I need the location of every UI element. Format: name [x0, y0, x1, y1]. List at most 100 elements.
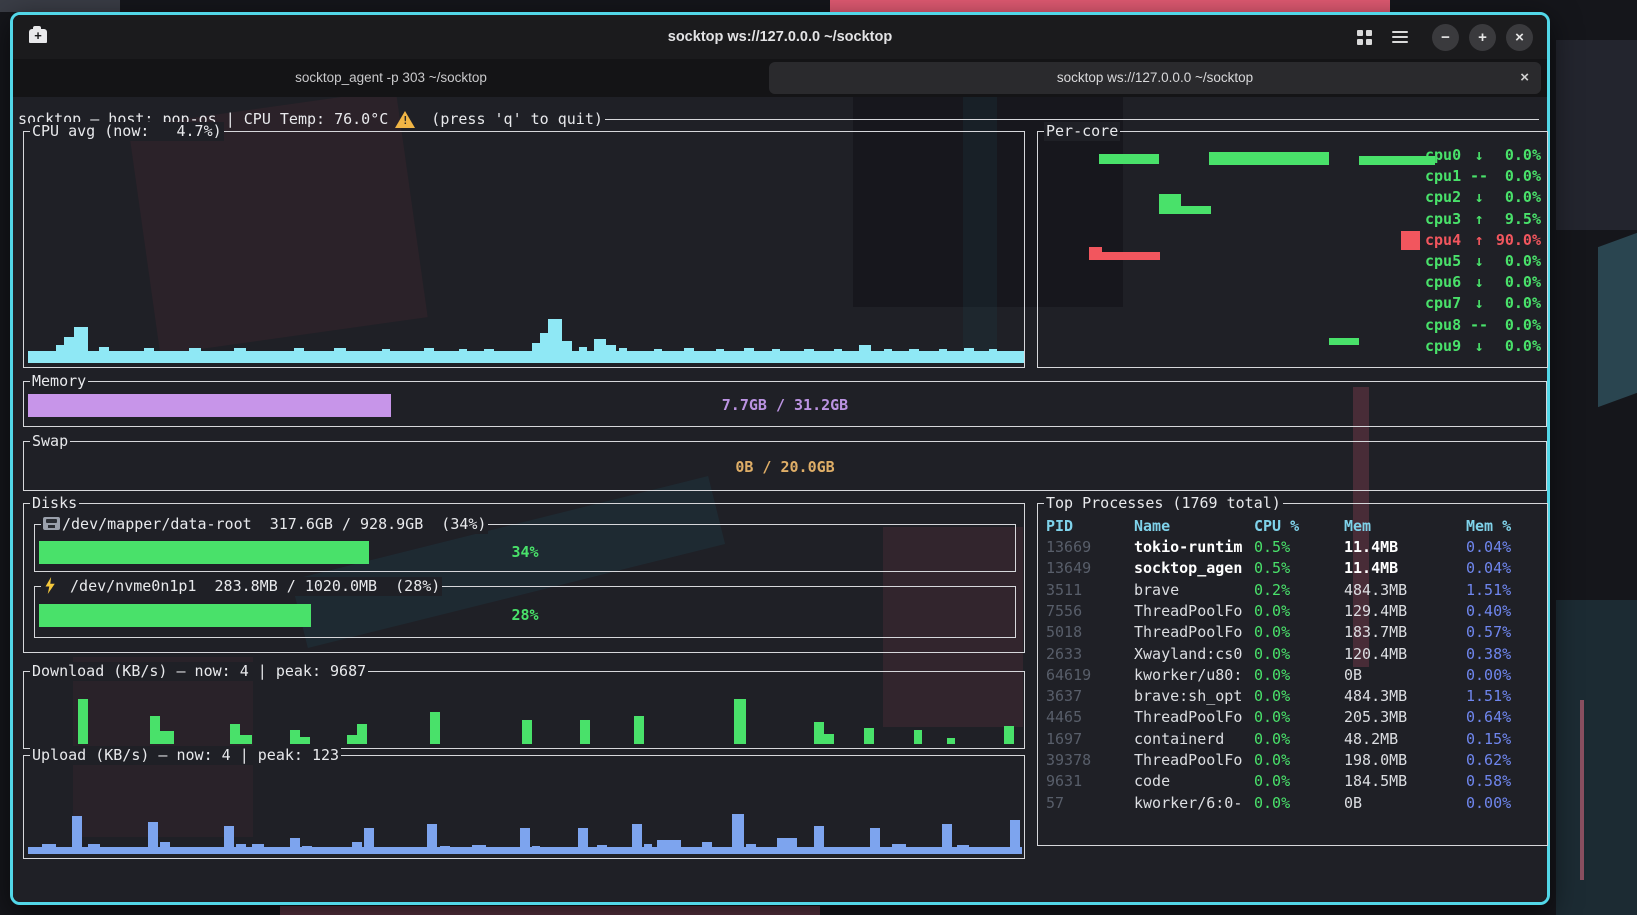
spark-bar: [302, 846, 312, 854]
spark-bar: [654, 349, 662, 363]
core-spark-bar: [1089, 247, 1102, 260]
table-row: 5018ThreadPoolFo0.0%183.7MB0.57%: [1046, 622, 1541, 643]
spark-bar: [88, 844, 100, 854]
core-spark-bar: [1329, 338, 1359, 345]
table-row: 4465ThreadPoolFo0.0%205.3MB0.64%: [1046, 707, 1541, 728]
tui-header: socktop — host: pop-os | CPU Temp: 76.0°…: [18, 110, 1539, 128]
spark-bar: [252, 844, 264, 854]
core-row-cpu7: cpu7↓0.0%: [1425, 293, 1541, 314]
processes-title: Top Processes (1769 total): [1044, 494, 1283, 513]
tab-close-icon[interactable]: ×: [1520, 62, 1529, 94]
wallpaper-shape: [1580, 700, 1584, 880]
cpu-avg-sparkline: [28, 136, 1020, 363]
table-row: 64619kworker/u80:0.0%0B0.00%: [1046, 665, 1541, 686]
download-sparkline: [28, 676, 1020, 744]
core-row-cpu5: cpu5↓0.0%: [1425, 251, 1541, 272]
spark-bar: [1004, 726, 1014, 744]
disk1-gauge-label: 34%: [39, 541, 1011, 564]
spark-bar: [382, 349, 390, 363]
wallpaper-shape: [830, 0, 1390, 12]
spark-bar: [144, 348, 154, 363]
layout-grid-icon[interactable]: [1357, 30, 1372, 45]
spark-bar: [772, 349, 780, 363]
spark-bar: [947, 738, 955, 744]
spark-bar: [716, 349, 724, 363]
wallpaper-shape: [1598, 233, 1637, 407]
spark-bar: [594, 339, 606, 363]
spark-bar: [230, 724, 240, 744]
tab-socktop-agent[interactable]: socktop_agent -p 303 ~/socktop: [13, 59, 769, 97]
spark-bar: [597, 845, 607, 854]
spark-bar: [834, 349, 842, 363]
spark-bar: [657, 840, 681, 854]
core-row-cpu4: cpu4↑90.0%: [1425, 230, 1541, 251]
upload-sparkline: [28, 760, 1020, 854]
table-row: 13669tokio-runtim0.5%11.4MB0.04%: [1046, 537, 1541, 558]
spark-bar: [532, 343, 540, 363]
spark-bar: [814, 826, 824, 854]
maximize-button[interactable]: +: [1469, 24, 1496, 51]
col-cpu: CPU %: [1254, 516, 1299, 537]
quit-hint-text: (press 'q' to quit): [422, 110, 603, 128]
processes-panel: Top Processes (1769 total) PID Name CPU …: [1037, 503, 1548, 846]
titlebar: + socktop ws://127.0.0.0 ~/socktop − + ×: [13, 15, 1547, 59]
spark-bar: [702, 842, 712, 854]
spark-bar: [300, 737, 310, 744]
tab-socktop[interactable]: socktop ws://127.0.0.0 ~/socktop ×: [769, 62, 1541, 94]
col-mem: Mem: [1344, 516, 1371, 537]
disk-item-nvme: /dev/nvme0n1p1 283.8MB / 1020.0MB (28%) …: [34, 586, 1016, 638]
spark-bar: [234, 348, 246, 363]
spark-bar: [334, 348, 346, 363]
core-row-cpu9: cpu9↓0.0%: [1425, 336, 1541, 357]
col-name: Name: [1134, 516, 1170, 537]
spark-bar: [964, 348, 974, 363]
spark-bar: [520, 828, 530, 854]
memory-panel: Memory 7.7GB / 31.2GB: [23, 381, 1547, 427]
spark-bar: [859, 345, 871, 363]
wallpaper-shape: [280, 906, 820, 915]
close-button[interactable]: ×: [1506, 24, 1533, 51]
spark-bar: [42, 844, 56, 854]
core-row-cpu1: cpu1--0.0%: [1425, 166, 1541, 187]
spark-bar: [430, 712, 440, 744]
spark-bar: [548, 319, 562, 363]
spark-bar: [56, 345, 64, 363]
spark-bar: [148, 822, 158, 854]
col-pid: PID: [1046, 516, 1073, 537]
spark-bar: [684, 348, 694, 363]
disk1-title: /dev/mapper/data-root 317.6GB / 928.9GB …: [41, 515, 488, 534]
download-panel: Download (KB/s) — now: 4 | peak: 9687: [23, 671, 1025, 749]
table-row: 2633Xwayland:cs00.0%120.4MB0.38%: [1046, 644, 1541, 665]
spark-bar: [364, 828, 374, 854]
table-row: 13649socktop_agen0.5%11.4MB0.04%: [1046, 558, 1541, 579]
spark-bar: [814, 722, 824, 744]
per-core-panel: Per-core cpu0↓0.0%cpu1--0.0%cpu2↓0.0%cpu…: [1037, 131, 1548, 368]
spark-bar: [777, 838, 797, 854]
core-row-cpu0: cpu0↓0.0%: [1425, 145, 1541, 166]
disks-title: Disks: [30, 494, 79, 513]
spark-bar: [939, 349, 947, 363]
spark-bar: [532, 846, 540, 854]
wallpaper-shape: [1556, 600, 1637, 915]
disk2-gauge: 28%: [39, 604, 1011, 627]
table-row: 39378ThreadPoolFo0.0%198.0MB0.62%: [1046, 750, 1541, 771]
spark-bar: [580, 720, 590, 744]
core-row-cpu6: cpu6↓0.0%: [1425, 272, 1541, 293]
spark-bar: [224, 826, 234, 854]
table-row: 3637brave:sh_opt0.0%484.3MB1.51%: [1046, 686, 1541, 707]
cpu-avg-panel: CPU avg (now: 4.7%): [23, 131, 1025, 368]
menu-icon[interactable]: [1392, 31, 1408, 43]
header-rule: [605, 119, 1539, 120]
spark-bar: [72, 816, 82, 854]
spark-bar: [240, 735, 252, 744]
spark-bar: [78, 699, 88, 744]
spark-bar: [236, 844, 246, 854]
core-spark-bar: [1159, 194, 1181, 214]
upload-panel: Upload (KB/s) — now: 4 | peak: 123: [23, 755, 1025, 859]
spark-bar: [99, 347, 109, 363]
minimize-button[interactable]: −: [1432, 24, 1459, 51]
core-row-cpu3: cpu3↑9.5%: [1425, 209, 1541, 230]
spark-bar: [352, 842, 362, 854]
spark-bar: [619, 348, 627, 363]
table-row: 9631code0.0%184.5MB0.58%: [1046, 771, 1541, 792]
